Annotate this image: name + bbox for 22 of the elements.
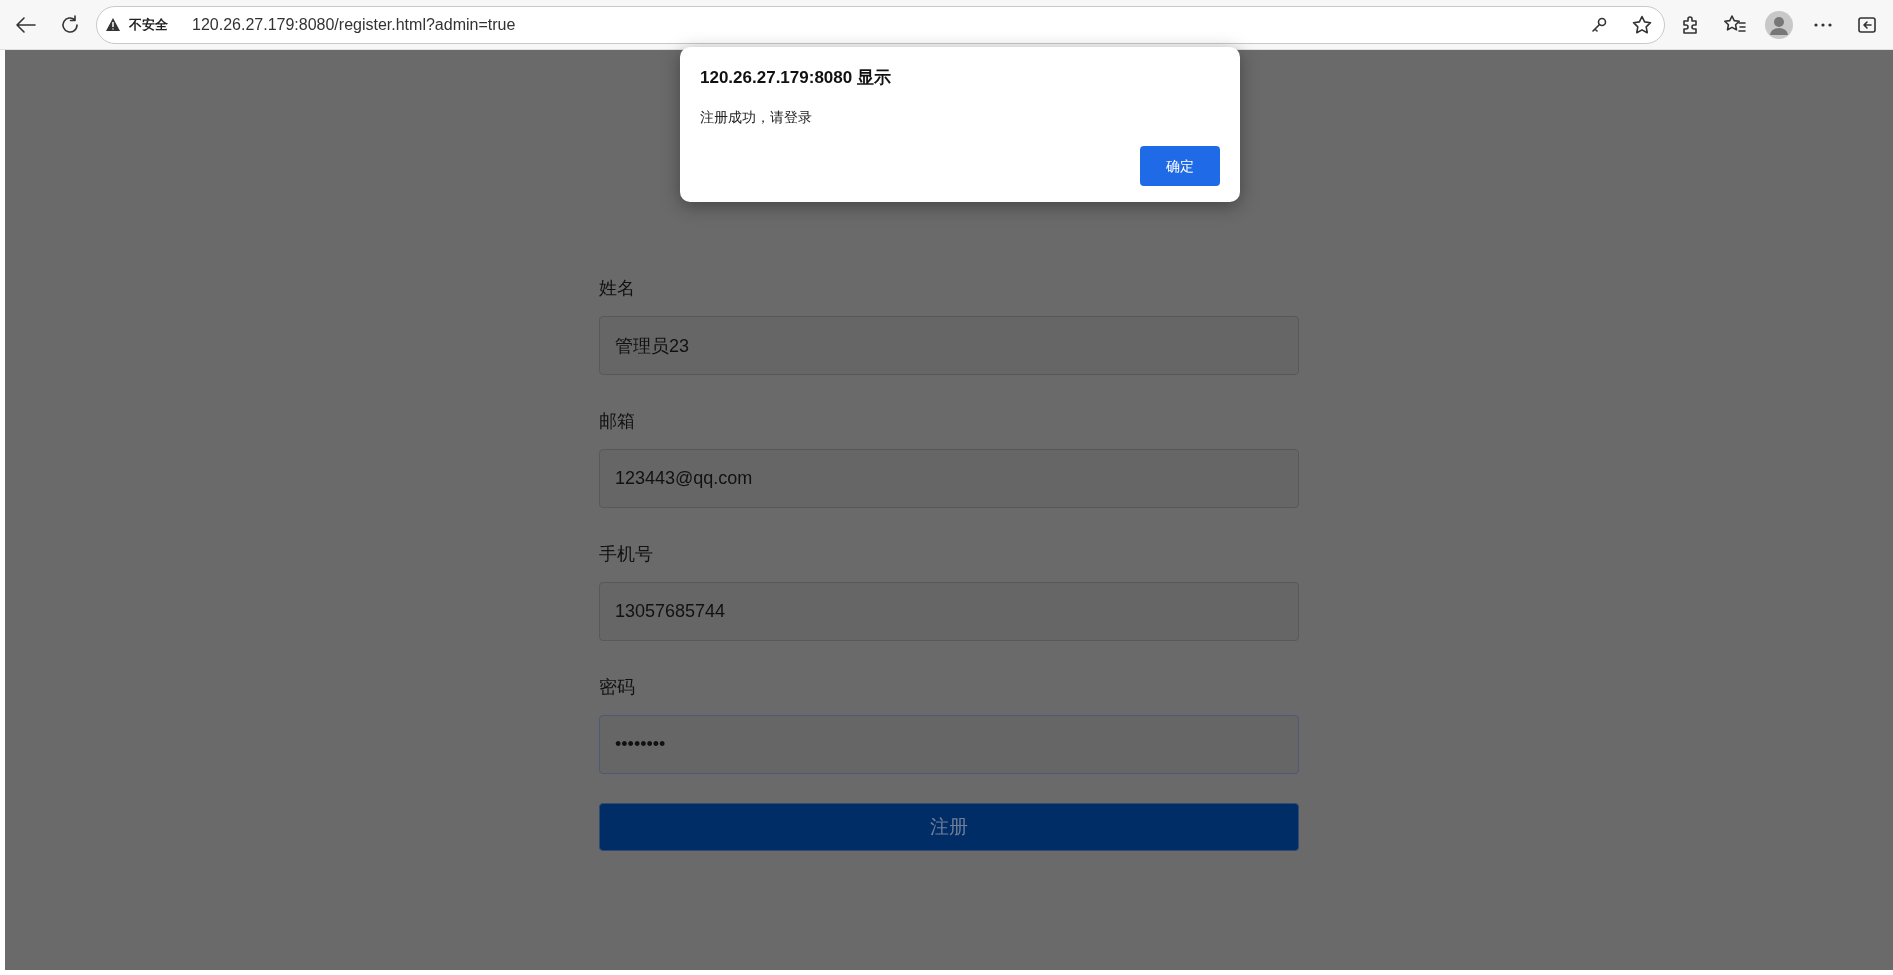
input-field[interactable]: 管理员23 xyxy=(599,316,1299,375)
field-label: 手机号 xyxy=(599,543,653,566)
dialog-message: 注册成功，请登录 xyxy=(700,107,813,127)
field-label: 密码 xyxy=(599,676,635,699)
avatar-icon[interactable] xyxy=(1765,10,1793,39)
field-label: 姓名 xyxy=(599,277,635,300)
reload-icon[interactable] xyxy=(59,13,81,36)
field-label: 邮箱 xyxy=(599,410,635,433)
back-icon[interactable] xyxy=(15,15,37,34)
dialog-title: 120.26.27.179:8080 显示 xyxy=(700,67,892,89)
input-field[interactable]: 123443@qq.com xyxy=(599,449,1299,508)
key-icon[interactable] xyxy=(1590,15,1608,34)
security-label: 不安全 xyxy=(129,15,168,34)
ok-button[interactable]: 确定 xyxy=(1140,146,1220,186)
register-button[interactable]: 注册 xyxy=(599,803,1299,851)
star-icon[interactable] xyxy=(1632,14,1652,35)
input-field[interactable]: •••••••• xyxy=(599,715,1299,774)
more-icon[interactable] xyxy=(1813,21,1833,28)
url-text[interactable]: 120.26.27.179:8080/register.html?admin=true xyxy=(192,12,1582,37)
input-field[interactable]: 13057685744 xyxy=(599,582,1299,641)
sidebar-exit-icon[interactable] xyxy=(1857,14,1877,35)
warning-icon xyxy=(105,17,121,32)
